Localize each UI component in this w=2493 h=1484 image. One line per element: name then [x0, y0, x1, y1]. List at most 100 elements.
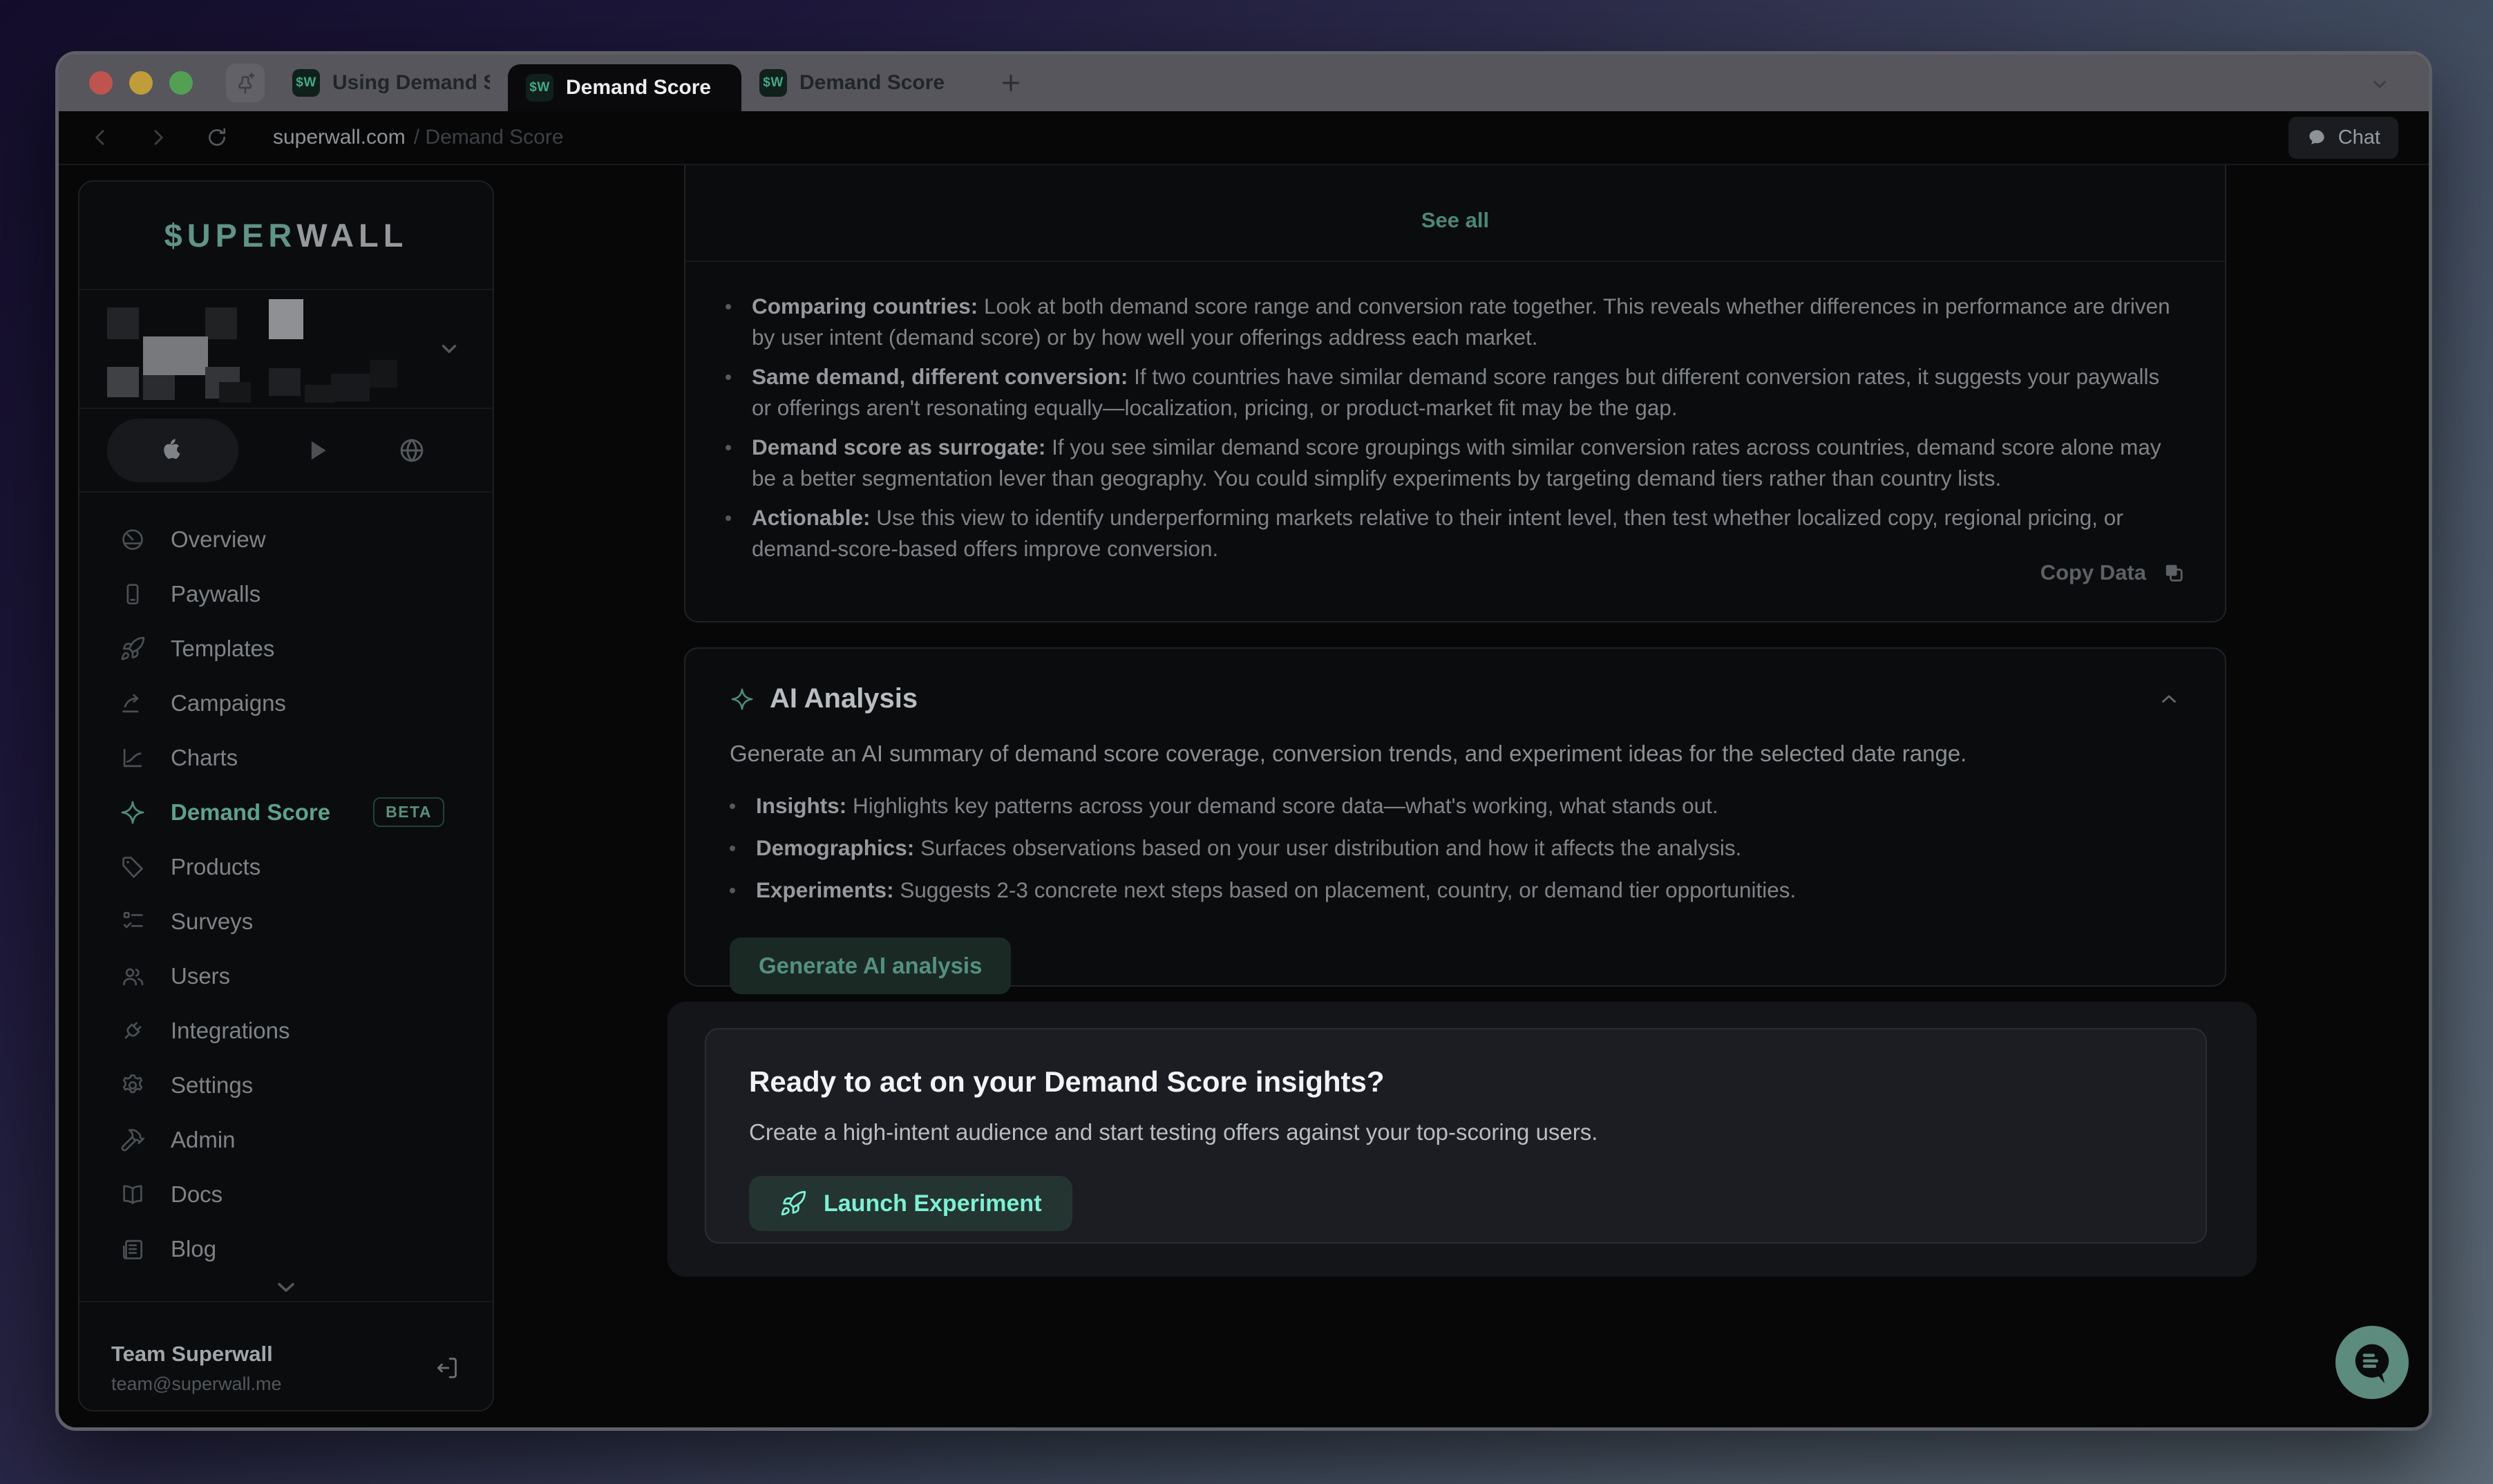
insights-card: See all Comparing countries: Look at bot… [684, 165, 2226, 622]
hammer-icon [120, 1127, 146, 1153]
workspace-selector[interactable] [79, 290, 493, 407]
address-bar[interactable]: superwall.com / Demand Score [273, 126, 564, 149]
sparkle-icon [120, 799, 146, 826]
chat-button-label: Chat [2338, 126, 2380, 149]
reload-button[interactable] [205, 126, 229, 149]
superwall-logo: $UPERWALL [79, 182, 493, 289]
account-name: Team Superwall [111, 1342, 282, 1367]
sidebar-item-label: Users [171, 963, 230, 989]
url-breadcrumb: / Demand Score [414, 126, 564, 149]
users-icon [120, 963, 146, 989]
plus-icon [998, 70, 1023, 95]
sidebar-item-overview[interactable]: Overview [79, 512, 493, 567]
collapse-section-button[interactable] [2157, 687, 2181, 711]
sidebar-item-label: Charts [171, 745, 238, 771]
logo-rest: WALL [296, 216, 408, 254]
ai-bullet-list: Insights: Highlights key patterns across… [730, 788, 2181, 909]
sparkle-icon [730, 687, 755, 712]
list-item: Demographics: Surfaces observations base… [730, 830, 2181, 866]
minimize-window-button[interactable] [129, 71, 153, 95]
chevron-down-icon [437, 337, 461, 361]
sidebar-item-label: Admin [171, 1127, 236, 1153]
cta-description: Create a high-intent audience and start … [749, 1119, 2163, 1145]
sidebar-item-settings[interactable]: Settings [79, 1058, 493, 1112]
bullet-label: Demand score as surrogate: [752, 435, 1045, 459]
sidebar-item-charts[interactable]: Charts [79, 730, 493, 785]
platform-google-play[interactable] [304, 437, 332, 464]
insights-bullet-list: Comparing countries: Look at both demand… [685, 262, 2225, 564]
pin-tab-button[interactable] [226, 64, 265, 102]
see-all-link[interactable]: See all [685, 165, 2225, 233]
tag-icon [120, 854, 146, 880]
logo-accent: $UPER [164, 216, 297, 254]
beta-badge: BETA [373, 797, 444, 827]
chat-widget-button[interactable] [2335, 1326, 2409, 1399]
browser-tab-3[interactable]: $W Demand Score [741, 55, 975, 111]
sidebar-item-demand-score[interactable]: Demand Score BETA [79, 785, 493, 839]
sign-out-button[interactable] [433, 1354, 461, 1382]
sidebar-nav: Overview Paywalls Templates Campaigns Ch… [79, 493, 493, 1276]
sidebar-item-surveys[interactable]: Surveys [79, 894, 493, 949]
platform-web[interactable] [397, 436, 426, 465]
line-chart-icon [120, 745, 146, 771]
cta-card: Ready to act on your Demand Score insigh… [705, 1028, 2207, 1244]
forward-button[interactable] [147, 126, 169, 149]
bullet-dot-icon [726, 304, 731, 310]
sidebar-item-docs[interactable]: Docs [79, 1167, 493, 1221]
bullet-label: Comparing countries: [752, 294, 978, 318]
ai-analysis-title: AI Analysis [770, 683, 918, 714]
sidebar-item-label: Docs [171, 1181, 222, 1208]
chevron-down-icon [272, 1273, 300, 1301]
generate-ai-analysis-button[interactable]: Generate AI analysis [730, 938, 1011, 994]
back-button[interactable] [89, 126, 111, 149]
sidebar-item-templates[interactable]: Templates [79, 621, 493, 676]
gauge-icon [120, 526, 146, 553]
launch-experiment-label: Launch Experiment [824, 1190, 1042, 1217]
tab-title: Demand Score [566, 76, 711, 99]
sidebar-item-paywalls[interactable]: Paywalls [79, 567, 493, 621]
browser-tab-2-active[interactable]: $W Demand Score [508, 64, 741, 111]
superwall-favicon: $W [759, 69, 787, 97]
copy-icon [2161, 560, 2186, 585]
sidebar-scroll-indicator[interactable] [79, 1273, 493, 1301]
sidebar-item-campaigns[interactable]: Campaigns [79, 676, 493, 730]
bullet-text: Use this view to identify underperformin… [752, 505, 2123, 561]
sidebar-item-admin[interactable]: Admin [79, 1112, 493, 1167]
sidebar-item-label: Surveys [171, 909, 253, 935]
zoom-window-button[interactable] [169, 71, 193, 95]
copy-data-button[interactable]: Copy Data [2040, 560, 2186, 585]
new-tab-button[interactable] [998, 70, 1023, 95]
platform-apple-selected[interactable] [107, 419, 238, 482]
sidebar-item-blog[interactable]: Blog [79, 1221, 493, 1276]
main-content: See all Comparing countries: Look at bot… [684, 165, 2226, 1427]
close-window-button[interactable] [89, 71, 113, 95]
sidebar-item-label: Paywalls [171, 581, 260, 607]
ai-analysis-description: Generate an AI summary of demand score c… [730, 741, 2181, 767]
superwall-favicon: $W [526, 74, 553, 102]
bullet-label: Actionable: [752, 505, 871, 530]
book-icon [120, 1181, 146, 1208]
sidebar-item-users[interactable]: Users [79, 949, 493, 1003]
browser-chat-button[interactable]: Chat [2288, 117, 2398, 159]
rocket-icon [120, 636, 146, 662]
bullet-dot-icon [726, 445, 731, 450]
sidebar-item-label: Blog [171, 1236, 216, 1262]
bullet-label: Demographics: [756, 835, 914, 860]
list-item: Actionable: Use this view to identify un… [726, 502, 2177, 564]
cta-title: Ready to act on your Demand Score insigh… [749, 1065, 2163, 1098]
page-content: $UPERWALL [59, 165, 2429, 1427]
launch-experiment-button[interactable]: Launch Experiment [749, 1176, 1072, 1231]
sidebar: $UPERWALL [78, 180, 494, 1411]
platform-switcher [79, 409, 493, 492]
list-item: Same demand, different conversion: If tw… [726, 361, 2177, 424]
browser-window: $W Using Demand Score in $W Demand Score… [55, 51, 2432, 1431]
sidebar-item-integrations[interactable]: Integrations [79, 1003, 493, 1058]
tab-overflow-button[interactable] [2369, 74, 2390, 95]
bullet-text: Suggests 2-3 concrete next steps based o… [894, 877, 1797, 902]
workspace-name-redacted [103, 294, 400, 404]
bullet-dot-icon [730, 846, 735, 851]
tab-title: Using Demand Score in [332, 71, 490, 95]
browser-tab-1[interactable]: $W Using Demand Score in [274, 55, 508, 111]
list-item: Demand score as surrogate: If you see si… [726, 432, 2177, 494]
sidebar-item-products[interactable]: Products [79, 839, 493, 894]
